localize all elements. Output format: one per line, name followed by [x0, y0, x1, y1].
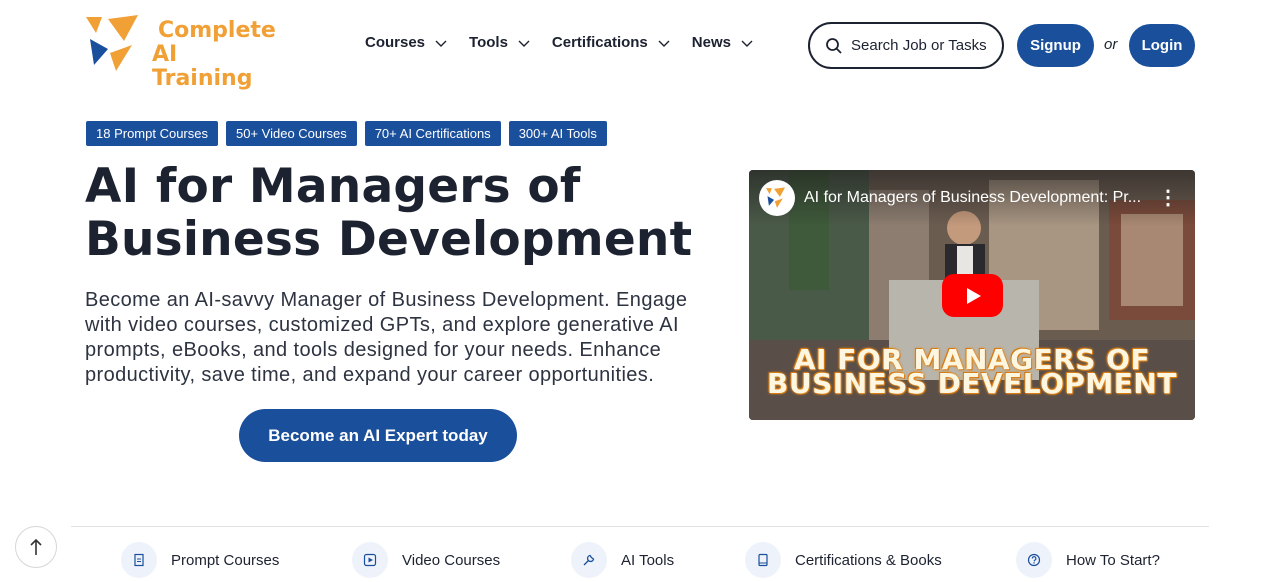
video-title[interactable]: AI for Managers of Business Development:…: [804, 189, 1149, 207]
play-square-icon: [352, 542, 388, 578]
nav-courses-label: Courses: [365, 34, 426, 51]
become-expert-button[interactable]: Become an AI Expert today: [239, 409, 517, 462]
or-separator: or: [1104, 36, 1118, 53]
tab-video-courses[interactable]: Video Courses: [352, 542, 500, 578]
tab-video-courses-label: Video Courses: [402, 551, 501, 569]
search-input[interactable]: Search Job or Tasks: [808, 22, 1004, 69]
channel-avatar[interactable]: [759, 180, 795, 216]
document-icon: [121, 542, 157, 578]
badge-ai-tools[interactable]: 300+ AI Tools: [508, 121, 607, 146]
tab-certifications-books[interactable]: Certifications & Books: [745, 542, 942, 578]
help-circle-icon: [1016, 542, 1052, 578]
chevron-down-icon: [658, 40, 670, 47]
nav-certifications[interactable]: Certifications: [552, 34, 670, 51]
search-icon: [826, 37, 842, 54]
brand-line2: AI Training: [152, 42, 253, 91]
tab-prompt-courses[interactable]: Prompt Courses: [121, 542, 279, 578]
play-icon: [966, 287, 981, 304]
wrench-icon: [571, 542, 607, 578]
video-player[interactable]: AI for Managers of Business Development:…: [749, 170, 1195, 420]
brand-line1: Complete: [158, 18, 276, 43]
brand-logo[interactable]: Complete AI Training: [86, 15, 276, 91]
tab-how-to-start[interactable]: How To Start?: [1016, 542, 1160, 578]
tab-how-to-start-label: How To Start?: [1066, 551, 1160, 569]
chevron-down-icon: [518, 40, 530, 47]
signup-button[interactable]: Signup: [1017, 24, 1094, 67]
nav-courses[interactable]: Courses: [365, 34, 447, 51]
logo-mark-icon: [86, 15, 138, 71]
nav-news[interactable]: News: [692, 34, 753, 51]
nav-certifications-label: Certifications: [551, 34, 648, 51]
play-button[interactable]: [942, 274, 1003, 317]
page-title: AI for Managers of Business Development: [85, 159, 693, 267]
stats-badges: 18 Prompt Courses 50+ Video Courses 70+ …: [86, 121, 615, 146]
nav-news-label: News: [691, 34, 731, 51]
nav-tools-label: Tools: [469, 34, 508, 51]
section-divider: [71, 526, 1209, 527]
main-nav: Courses Tools Certifications News: [365, 34, 775, 51]
chevron-down-icon: [435, 40, 447, 47]
search-placeholder: Search Job or Tasks: [851, 37, 987, 54]
video-overlay-line2: BUSINESS DEVELOPMENT: [767, 367, 1177, 400]
more-options-icon[interactable]: ⋮: [1158, 188, 1178, 208]
site-header: Complete AI Training Courses Tools Certi…: [0, 0, 1280, 91]
tab-ai-tools[interactable]: AI Tools: [571, 542, 674, 578]
chevron-down-icon: [741, 40, 753, 47]
brand-name: Complete AI Training: [152, 19, 276, 91]
badge-prompt-courses[interactable]: 18 Prompt Courses: [86, 121, 218, 146]
tab-certifications-books-label: Certifications & Books: [795, 551, 942, 569]
tab-ai-tools-label: AI Tools: [621, 551, 675, 569]
tab-prompt-courses-label: Prompt Courses: [171, 551, 280, 569]
bottom-category-tabs: Prompt Courses Video Courses AI Tools Ce…: [0, 542, 1280, 582]
badge-certifications[interactable]: 70+ AI Certifications: [364, 121, 501, 146]
nav-tools[interactable]: Tools: [469, 34, 530, 51]
hero-description: Become an AI-savvy Manager of Business D…: [85, 289, 688, 386]
logo-mark-icon: [766, 187, 786, 208]
login-button[interactable]: Login: [1129, 24, 1195, 67]
book-icon: [745, 542, 781, 578]
badge-video-courses[interactable]: 50+ Video Courses: [226, 121, 357, 146]
